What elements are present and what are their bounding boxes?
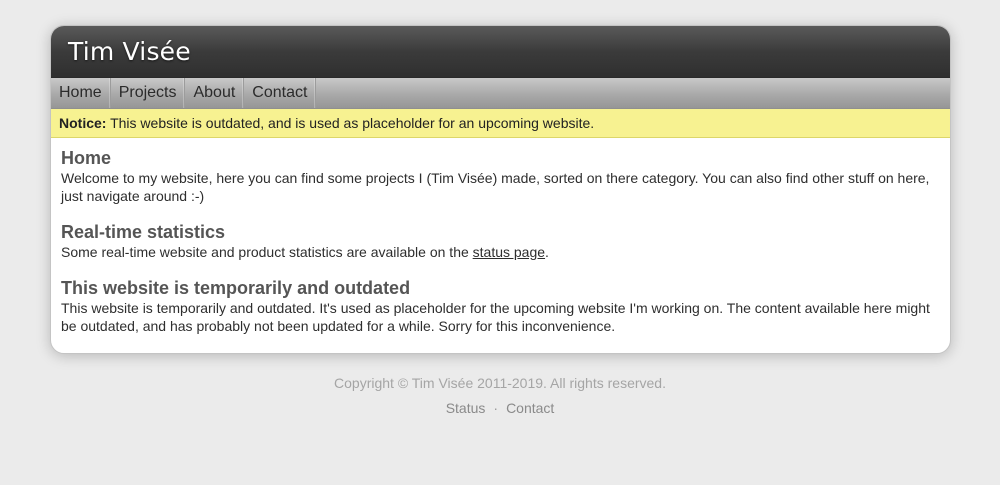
statistics-text-after: . xyxy=(545,244,549,260)
section-outdated: This website is temporarily and outdated… xyxy=(61,278,940,335)
section-text: Welcome to my website, here you can find… xyxy=(61,170,930,204)
site-header: Tim Visée xyxy=(51,26,950,78)
footer-copyright: Copyright © Tim Visée 2011-2019. All rig… xyxy=(334,375,666,391)
nav-item-about[interactable]: About xyxy=(185,78,245,108)
nav-item-contact[interactable]: Contact xyxy=(244,78,317,108)
footer-link-contact[interactable]: Contact xyxy=(506,400,554,416)
main-nav: Home Projects About Contact xyxy=(51,78,950,109)
footer-separator: · xyxy=(493,400,499,416)
site-footer: Copyright © Tim Visée 2011-2019. All rig… xyxy=(0,374,1000,417)
section-heading: Home xyxy=(61,148,112,168)
nav-item-home[interactable]: Home xyxy=(51,78,111,108)
section-statistics: Real-time statistics Some real-time webs… xyxy=(61,222,940,261)
footer-link-status[interactable]: Status xyxy=(446,400,486,416)
status-page-link[interactable]: status page xyxy=(473,244,545,260)
section-heading: Real-time statistics xyxy=(61,222,226,242)
main-content: Home Welcome to my website, here you can… xyxy=(51,138,950,335)
notice-label: Notice: xyxy=(59,115,107,131)
notice-text: This website is outdated, and is used as… xyxy=(106,115,595,131)
site-title[interactable]: Tim Visée xyxy=(68,37,191,67)
main-card: Tim Visée Home Projects About Contact No… xyxy=(50,25,951,354)
footer-links: Status · Contact xyxy=(0,399,1000,417)
section-home: Home Welcome to my website, here you can… xyxy=(61,148,940,205)
nav-item-projects[interactable]: Projects xyxy=(111,78,186,108)
notice-banner: Notice: This website is outdated, and is… xyxy=(51,109,950,138)
statistics-text-before: Some real-time website and product stati… xyxy=(61,244,473,260)
section-heading: This website is temporarily and outdated xyxy=(61,278,411,298)
section-text: Some real-time website and product stati… xyxy=(61,243,940,261)
section-text: This website is temporarily and outdated… xyxy=(61,300,930,334)
